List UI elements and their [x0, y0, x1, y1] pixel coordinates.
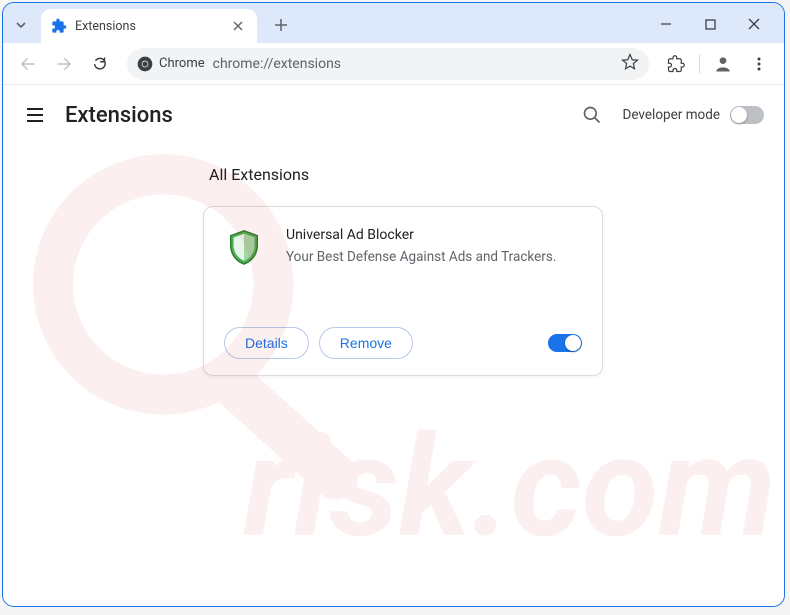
new-tab-button[interactable] — [267, 11, 295, 39]
minimize-icon — [660, 18, 672, 30]
extension-name: Universal Ad Blocker — [286, 227, 582, 243]
kebab-icon — [751, 56, 767, 72]
bookmark-button[interactable] — [621, 53, 639, 75]
address-bar[interactable]: Chrome chrome://extensions — [127, 48, 649, 80]
shield-icon — [225, 228, 263, 266]
window-controls — [644, 9, 776, 39]
search-icon — [582, 105, 602, 125]
url-text: chrome://extensions — [213, 56, 613, 72]
main-menu-button[interactable] — [23, 103, 47, 127]
arrow-left-icon — [19, 55, 37, 73]
browser-toolbar: Chrome chrome://extensions — [3, 43, 784, 85]
star-icon — [621, 53, 639, 71]
section-title: All Extensions — [209, 165, 724, 184]
site-info-label: Chrome — [159, 56, 205, 71]
developer-mode-label: Developer mode — [623, 107, 721, 123]
back-button[interactable] — [13, 49, 43, 79]
developer-mode-control: Developer mode — [623, 106, 765, 124]
reload-icon — [91, 55, 109, 73]
developer-mode-toggle[interactable] — [730, 106, 764, 124]
puzzle-icon — [667, 55, 685, 73]
tab-close-button[interactable] — [229, 17, 247, 35]
titlebar: Extensions — [3, 3, 784, 43]
remove-button[interactable]: Remove — [319, 327, 413, 359]
maximize-button[interactable] — [688, 9, 732, 39]
close-icon — [748, 18, 760, 30]
extensions-button[interactable] — [661, 49, 691, 79]
reload-button[interactable] — [85, 49, 115, 79]
page-header: Extensions Developer mode — [3, 85, 784, 145]
tab-title: Extensions — [75, 19, 221, 34]
browser-tab[interactable]: Extensions — [41, 9, 257, 43]
forward-button[interactable] — [49, 49, 79, 79]
page-title: Extensions — [65, 103, 173, 128]
header-actions: Developer mode — [577, 100, 765, 130]
chevron-down-icon — [15, 19, 27, 31]
extension-card: Universal Ad Blocker Your Best Defense A… — [203, 206, 603, 376]
arrow-right-icon — [55, 55, 73, 73]
close-icon — [233, 21, 243, 31]
separator — [699, 54, 700, 74]
page-content: All Extensions Universal Ad Blocker Your… — [3, 145, 784, 376]
extension-description: Your Best Defense Against Ads and Tracke… — [286, 248, 582, 267]
details-button[interactable]: Details — [224, 327, 309, 359]
tab-search-dropdown[interactable] — [7, 11, 35, 39]
extensions-page: Extensions Developer mode All Extensions — [3, 85, 784, 606]
avatar-icon — [713, 54, 733, 74]
profile-button[interactable] — [708, 49, 738, 79]
hamburger-icon — [25, 105, 45, 125]
close-window-button[interactable] — [732, 9, 776, 39]
minimize-button[interactable] — [644, 9, 688, 39]
chrome-icon — [137, 56, 153, 72]
site-info-badge[interactable]: Chrome — [137, 56, 205, 72]
search-button[interactable] — [577, 100, 607, 130]
extension-enable-toggle[interactable] — [548, 334, 582, 352]
extension-puzzle-icon — [51, 18, 67, 34]
extension-icon — [224, 227, 264, 267]
menu-button[interactable] — [744, 49, 774, 79]
maximize-icon — [705, 19, 716, 30]
plus-icon — [274, 18, 288, 32]
